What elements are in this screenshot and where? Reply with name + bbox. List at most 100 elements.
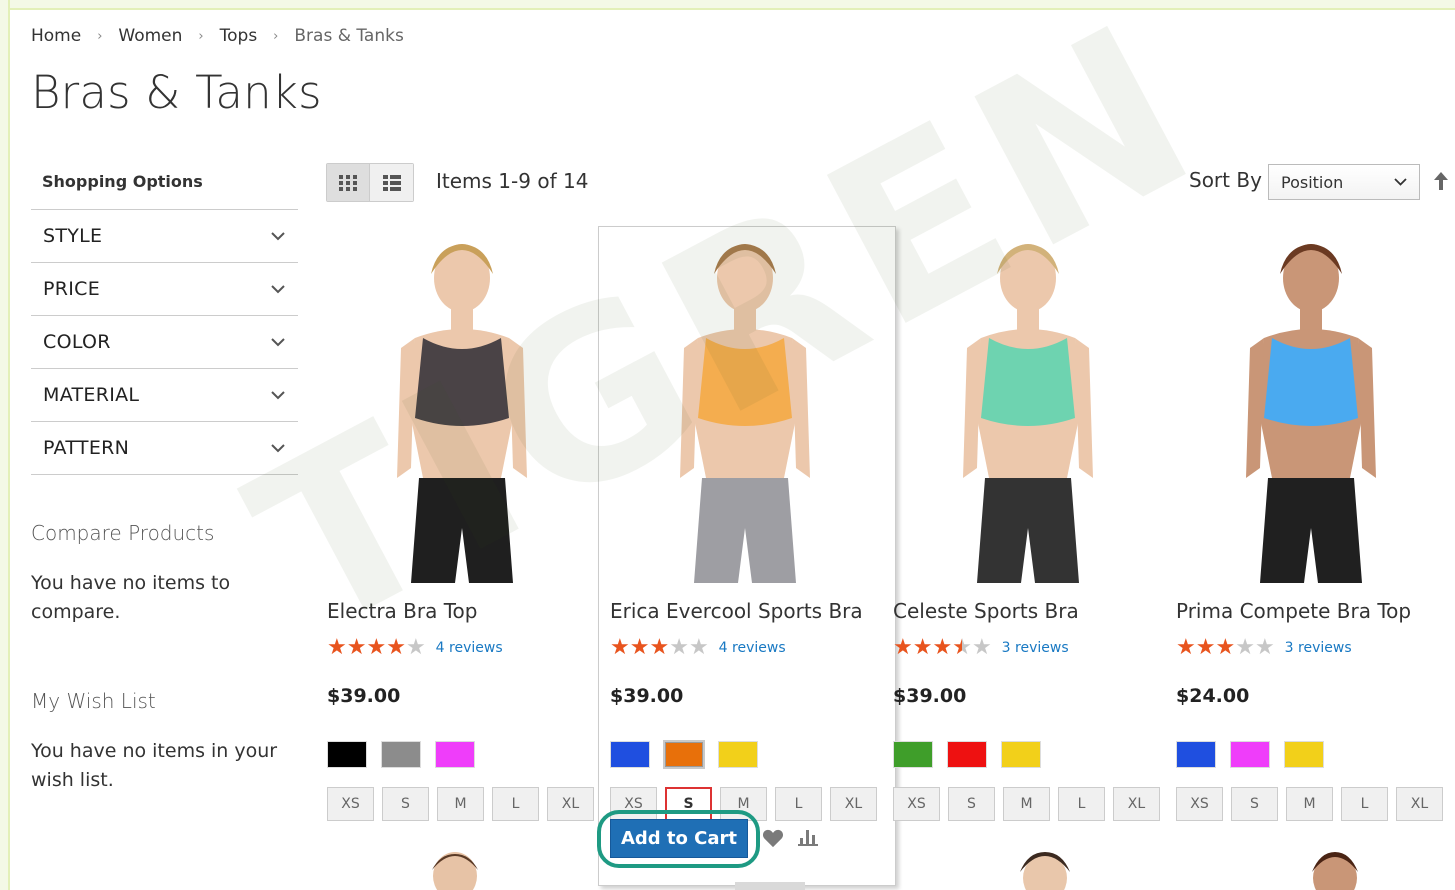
star-icon: ★ [912,635,933,660]
sort-direction-arrow-icon[interactable] [1431,170,1451,192]
filter-label: MATERIAL [43,384,140,406]
shopping-options-title: Shopping Options [42,172,203,191]
color-swatch[interactable] [718,741,758,768]
product-name[interactable]: Celeste Sports Bra [893,599,1163,623]
chevron-down-icon [270,387,286,403]
product-image[interactable] [1176,228,1446,583]
size-option[interactable]: XS [327,787,374,821]
chevron-right-icon: › [198,28,204,44]
breadcrumb-women[interactable]: Women [118,26,182,46]
star-icon: ★ [649,635,670,660]
color-swatch[interactable] [947,741,987,768]
star-icon: ★ [669,635,689,660]
size-option[interactable]: L [775,787,822,821]
size-option[interactable]: XL [830,787,877,821]
filter-price[interactable]: PRICE [31,263,298,316]
list-icon [382,174,401,191]
chevron-down-icon [1394,178,1407,186]
star-icon: ★ [1195,635,1216,660]
product-name[interactable]: Prima Compete Bra Top [1176,599,1446,623]
star-icon: ★ [1215,635,1236,660]
color-swatches [893,741,1163,768]
size-option[interactable]: S [382,787,429,821]
breadcrumb-home[interactable]: Home [31,26,81,46]
filter-list: STYLE PRICE COLOR MATERIAL PATTERN [31,209,298,475]
reviews-link[interactable]: 3 reviews [1285,640,1352,656]
color-swatch[interactable] [610,741,650,768]
color-swatch[interactable] [1001,741,1041,768]
size-option[interactable]: M [1286,787,1333,821]
product-card[interactable]: Electra Bra Top ★ ★ ★ ★ ★ 4 reviews $39.00 X… [327,228,597,821]
filter-material[interactable]: MATERIAL [31,369,298,422]
size-option[interactable]: S [948,787,995,821]
heart-icon[interactable] [762,828,784,848]
size-option[interactable]: S [1231,787,1278,821]
color-swatch[interactable] [893,741,933,768]
star-icon: ★ [971,635,992,660]
size-option[interactable]: M [1003,787,1050,821]
star-icon: ★ [1176,635,1196,660]
chevron-down-icon [270,334,286,350]
color-swatch[interactable] [435,741,475,768]
product-image[interactable] [893,228,1163,583]
breadcrumb-tops[interactable]: Tops [220,26,258,46]
size-option[interactable]: L [492,787,539,821]
wishlist-empty-text: You have no items in your wish list. [31,740,278,791]
filter-color[interactable]: COLOR [31,316,298,369]
reviews-link[interactable]: 3 reviews [1002,640,1069,656]
product-image[interactable] [610,228,880,583]
next-row-product-image [1312,852,1358,890]
color-swatch[interactable] [1176,741,1216,768]
grid-view-button[interactable] [327,164,370,201]
next-row-product-image [1020,852,1070,890]
chevron-down-icon [270,281,286,297]
product-card[interactable]: Prima Compete Bra Top ★ ★ ★ ★ ★ 3 reviews $2… [1176,228,1446,821]
star-icon: ★ [366,635,387,660]
next-row-product-image [432,852,478,890]
filter-pattern[interactable]: PATTERN [31,422,298,475]
product-card[interactable]: Erica Evercool Sports Bra ★ ★ ★ ★ ★ 4 review… [610,228,880,821]
color-swatch[interactable] [327,741,367,768]
size-option[interactable]: XS [1176,787,1223,821]
color-swatch[interactable] [381,741,421,768]
sidebar: Shopping Options STYLE PRICE COLOR MATER… [31,160,298,795]
chevron-right-icon: › [273,28,279,44]
product-rating: ★ ★ ★ ★ ★ 3 reviews [1176,637,1446,659]
product-price: $24.00 [1176,685,1250,707]
filter-label: PRICE [43,278,101,300]
star-icon: ★ [629,635,650,660]
size-option[interactable]: XS [893,787,940,821]
add-to-cart-button[interactable]: Add to Cart [610,819,748,858]
filter-label: STYLE [43,225,103,247]
color-swatch[interactable] [1284,741,1324,768]
sort-by-select[interactable]: Position [1268,164,1420,200]
next-row-product-image [735,882,805,890]
size-option[interactable]: XL [1396,787,1443,821]
reviews-link[interactable]: 4 reviews [719,640,786,656]
product-image[interactable] [327,228,597,583]
breadcrumb: Home › Women › Tops › Bras & Tanks [31,26,404,46]
breadcrumb-current: Bras & Tanks [294,26,404,46]
rating-stars: ★ ★ ★ ★ ★ [893,637,992,659]
star-icon: ★ [1254,635,1275,660]
color-swatch[interactable] [663,740,705,769]
compare-chart-icon[interactable] [798,826,820,846]
star-icon: ★ [688,635,709,660]
star-icon: ★ [893,635,913,660]
size-option[interactable]: L [1058,787,1105,821]
size-option[interactable]: XL [1113,787,1160,821]
reviews-link[interactable]: 4 reviews [436,640,503,656]
filter-label: PATTERN [43,437,130,459]
filter-style[interactable]: STYLE [31,210,298,263]
product-price: $39.00 [327,685,401,707]
color-swatches [1176,741,1446,768]
size-option[interactable]: L [1341,787,1388,821]
product-name[interactable]: Erica Evercool Sports Bra [610,599,880,623]
color-swatch[interactable] [1230,741,1270,768]
size-option[interactable]: M [437,787,484,821]
list-view-button[interactable] [370,164,413,201]
star-icon: ★ [405,635,426,660]
product-name[interactable]: Electra Bra Top [327,599,597,623]
product-card[interactable]: Celeste Sports Bra ★ ★ ★ ★ ★ 3 reviews $39.0… [893,228,1163,821]
size-option[interactable]: XL [547,787,594,821]
